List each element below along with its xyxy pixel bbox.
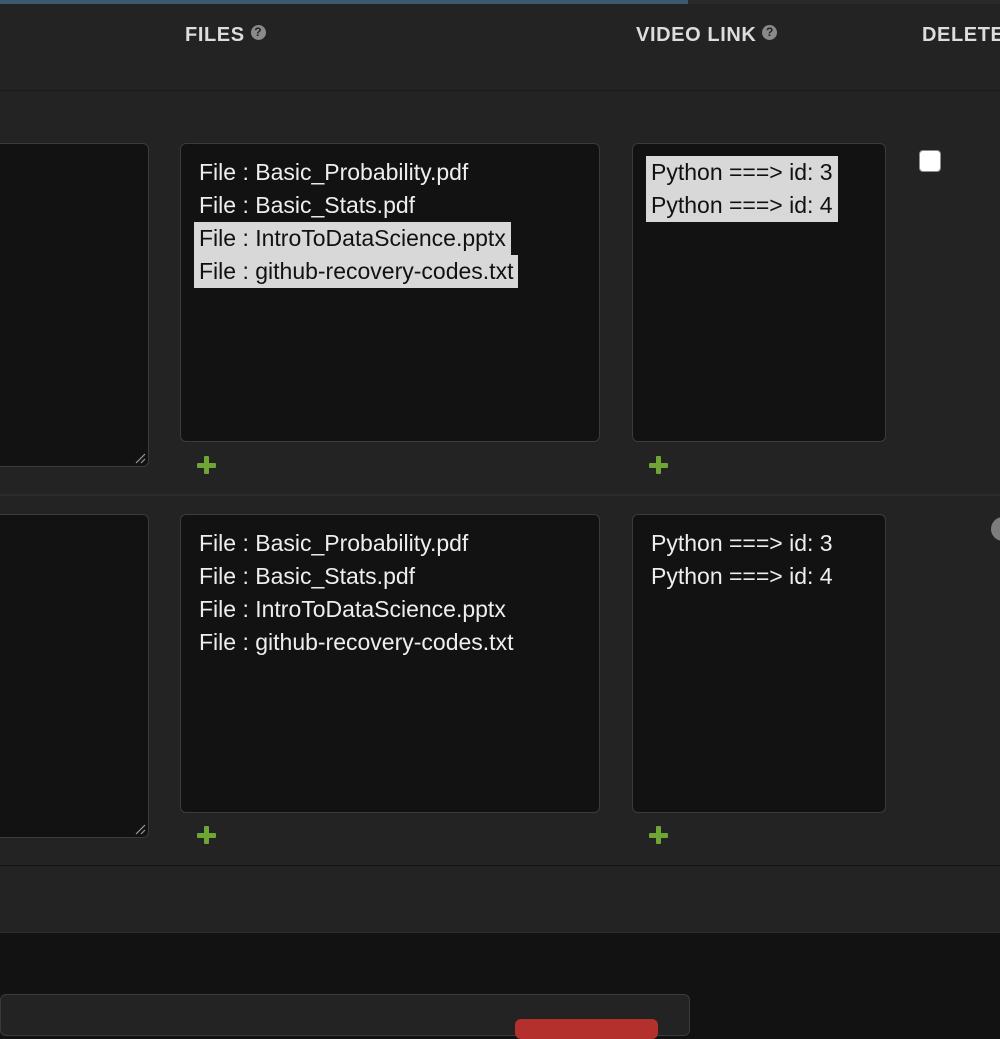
column-header-files-label: FILES [185,24,245,46]
video-option-selected[interactable]: Python ===> id: 4 [646,189,838,222]
column-header-video-link: VIDEO LINK? [636,24,778,47]
video-link-multiselect[interactable]: Python ===> id: 3 Python ===> id: 4 [632,143,886,442]
video-option[interactable]: Python ===> id: 3 [646,527,838,560]
column-header-delete-label: DELETE [922,24,1000,46]
add-row-band [0,866,1000,933]
table-header: FILES? VIDEO LINK? DELETE [0,4,1000,91]
add-file-plus-icon[interactable] [195,824,219,848]
video-link-multiselect[interactable]: Python ===> id: 3 Python ===> id: 4 [632,514,886,813]
files-multiselect[interactable]: File : Basic_Probability.pdf File : Basi… [180,514,600,813]
description-textarea[interactable] [0,514,149,838]
table-row: File : Basic_Probability.pdf File : Basi… [0,91,1000,494]
video-option-selected[interactable]: Python ===> id: 3 [646,156,838,189]
description-textarea[interactable] [0,143,149,467]
file-option[interactable]: File : github-recovery-codes.txt [194,626,518,659]
column-header-video-link-label: VIDEO LINK [636,24,757,46]
question-circle-icon[interactable]: ? [250,25,266,40]
file-option-selected[interactable]: File : github-recovery-codes.txt [194,255,519,288]
add-video-link-plus-icon[interactable] [647,454,671,478]
delete-button[interactable] [515,1019,658,1039]
file-option-selected[interactable]: File : IntroToDataScience.pptx [194,222,511,255]
files-multiselect[interactable]: File : Basic_Probability.pdf File : Basi… [180,143,600,442]
file-option[interactable]: File : Basic_Stats.pdf [194,560,420,593]
file-option[interactable]: File : Basic_Probability.pdf [194,527,473,560]
column-header-files: FILES? [185,24,266,47]
file-option[interactable]: File : Basic_Probability.pdf [194,156,473,189]
add-file-plus-icon[interactable] [195,454,219,478]
column-header-delete: DELETE [922,24,1000,47]
question-circle-icon[interactable]: ? [762,25,778,40]
file-option[interactable]: File : IntroToDataScience.pptx [194,593,511,626]
resize-handle-icon[interactable] [134,823,146,835]
video-option[interactable]: Python ===> id: 4 [646,560,838,593]
delete-checkbox[interactable] [919,150,941,172]
resize-handle-icon[interactable] [134,452,146,464]
table-row: File : Basic_Probability.pdf File : Basi… [0,496,1000,865]
add-video-link-plus-icon[interactable] [647,824,671,848]
file-option[interactable]: File : Basic_Stats.pdf [194,189,420,222]
